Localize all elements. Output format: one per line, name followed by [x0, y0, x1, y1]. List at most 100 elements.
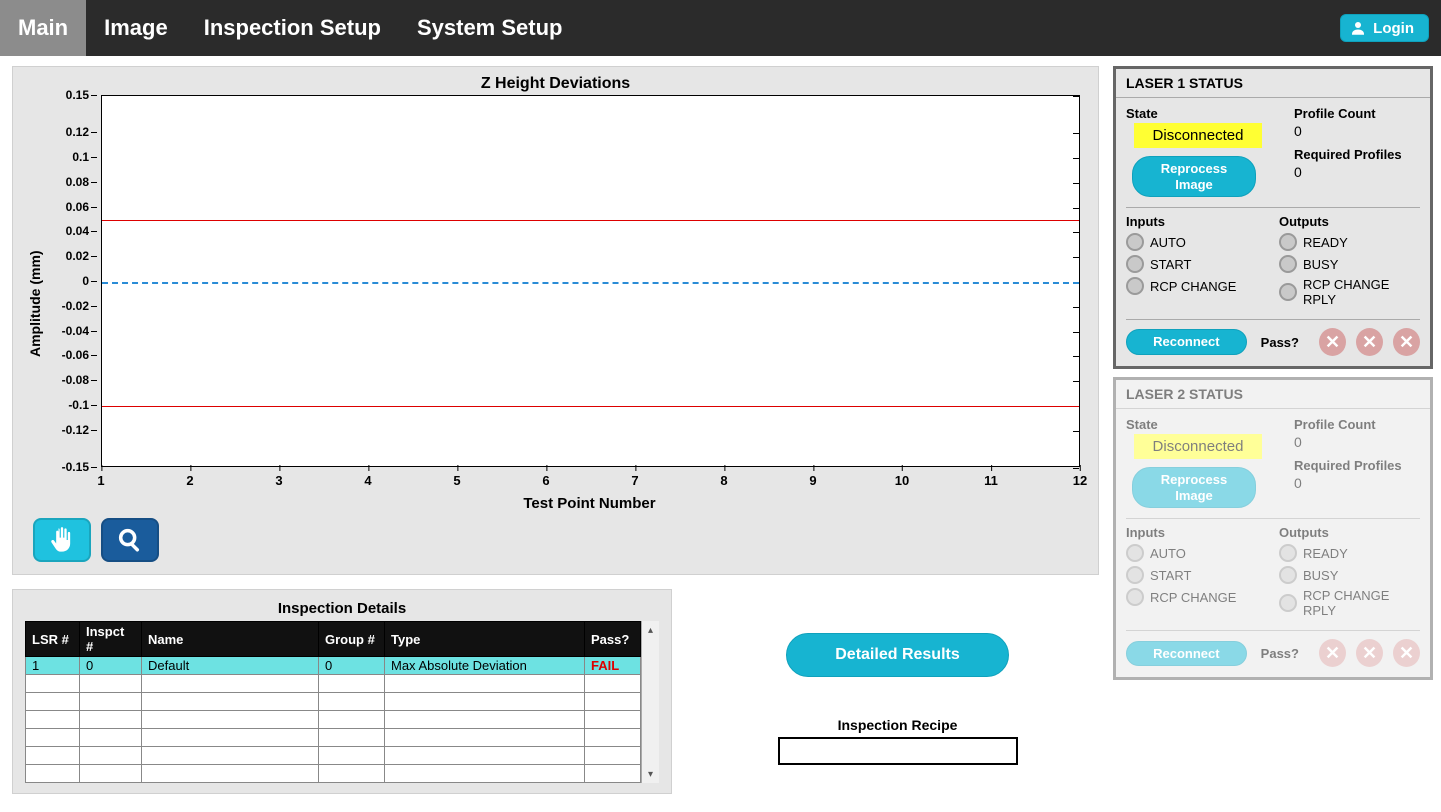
zoom-tool-button[interactable] [101, 518, 159, 562]
required-profiles-label: Required Profiles [1294, 458, 1420, 473]
x-tick: 8 [720, 473, 727, 488]
input-item: RCP CHANGE [1126, 277, 1267, 295]
chart-plot[interactable]: 0.150.120.10.080.060.040.020-0.02-0.04-0… [45, 95, 1086, 495]
outputs-label: Outputs [1279, 525, 1420, 540]
input-item: AUTO [1126, 544, 1267, 562]
col-name[interactable]: Name [142, 622, 319, 657]
output-item: READY [1279, 544, 1420, 562]
chart-title: Z Height Deviations [25, 75, 1086, 93]
table-row[interactable] [26, 765, 641, 783]
led-icon [1126, 544, 1144, 562]
y-tick: 0.1 [72, 150, 89, 164]
pass-label: Pass? [1261, 335, 1299, 350]
led-icon [1279, 566, 1297, 584]
input-item: RCP CHANGE [1126, 588, 1267, 606]
tab-image[interactable]: Image [86, 0, 186, 56]
fail-indicator-icon: ✕ [1356, 328, 1383, 356]
y-tick: 0.06 [66, 200, 89, 214]
chart-x-axis-label: Test Point Number [45, 495, 1086, 512]
led-icon [1126, 566, 1144, 584]
table-row[interactable] [26, 747, 641, 765]
inputs-label: Inputs [1126, 525, 1267, 540]
led-icon [1126, 233, 1144, 251]
state-label: State [1126, 106, 1282, 121]
inspection-details-panel: Inspection Details LSR # Inspct # Name G… [12, 589, 672, 794]
led-icon [1126, 277, 1144, 295]
profile-count-value: 0 [1294, 434, 1420, 450]
x-tick: 7 [631, 473, 638, 488]
required-profiles-value: 0 [1294, 164, 1420, 180]
scroll-up-icon[interactable]: ▴ [642, 621, 659, 639]
output-item: RCP CHANGE RPLY [1279, 588, 1420, 618]
chart-ref-line [102, 282, 1079, 284]
pass-label: Pass? [1261, 646, 1299, 661]
chart-ref-line [102, 406, 1079, 407]
table-row[interactable]: 10Default0Max Absolute DeviationFAIL [26, 657, 641, 675]
x-tick: 4 [364, 473, 371, 488]
tab-system-setup[interactable]: System Setup [399, 0, 581, 56]
y-tick: 0 [82, 274, 89, 288]
led-icon [1279, 283, 1297, 301]
cell-lsr: 1 [26, 657, 80, 675]
x-tick: 2 [186, 473, 193, 488]
user-icon [1349, 19, 1367, 37]
y-tick: -0.1 [68, 398, 89, 412]
table-row[interactable] [26, 693, 641, 711]
scroll-down-icon[interactable]: ▾ [642, 765, 659, 783]
detailed-results-button[interactable]: Detailed Results [786, 633, 1008, 677]
reprocess-image-button[interactable]: ReprocessImage [1132, 467, 1256, 508]
login-label: Login [1373, 20, 1414, 37]
login-button[interactable]: Login [1340, 14, 1429, 42]
y-tick: -0.12 [62, 423, 89, 437]
required-profiles-label: Required Profiles [1294, 147, 1420, 162]
table-row[interactable] [26, 711, 641, 729]
laser2-header: LASER 2 STATUS [1116, 380, 1430, 409]
led-icon [1279, 233, 1297, 251]
table-row[interactable] [26, 729, 641, 747]
x-tick: 3 [275, 473, 282, 488]
y-tick: 0.04 [66, 224, 89, 238]
chart-panel: Z Height Deviations Amplitude (mm) 0.150… [12, 66, 1099, 575]
inspection-recipe-label: Inspection Recipe [838, 717, 958, 733]
fail-indicator-icon: ✕ [1319, 328, 1346, 356]
y-tick: 0.02 [66, 249, 89, 263]
col-lsr[interactable]: LSR # [26, 622, 80, 657]
inspection-details-table[interactable]: LSR # Inspct # Name Group # Type Pass? 1… [25, 621, 641, 783]
inspection-recipe-input[interactable] [778, 737, 1018, 765]
col-group[interactable]: Group # [319, 622, 385, 657]
profile-count-label: Profile Count [1294, 106, 1420, 121]
inputs-label: Inputs [1126, 214, 1267, 229]
tab-inspection-setup[interactable]: Inspection Setup [186, 0, 399, 56]
fail-indicator-icon: ✕ [1319, 639, 1346, 667]
output-item: RCP CHANGE RPLY [1279, 277, 1420, 307]
led-icon [1279, 255, 1297, 273]
col-inspct[interactable]: Inspct # [80, 622, 142, 657]
col-type[interactable]: Type [385, 622, 585, 657]
output-item: READY [1279, 233, 1420, 251]
led-icon [1279, 594, 1297, 612]
y-tick: 0.12 [66, 125, 89, 139]
profile-count-value: 0 [1294, 123, 1420, 139]
state-value: Disconnected [1134, 434, 1262, 459]
table-row[interactable] [26, 675, 641, 693]
reconnect-button[interactable]: Reconnect [1126, 329, 1247, 355]
table-scrollbar[interactable]: ▴ ▾ [641, 621, 659, 783]
fail-indicator-icon: ✕ [1393, 639, 1420, 667]
y-tick: 0.15 [66, 88, 89, 102]
output-item: BUSY [1279, 566, 1420, 584]
input-item: START [1126, 255, 1267, 273]
y-tick: -0.06 [62, 348, 89, 362]
reprocess-image-button[interactable]: ReprocessImage [1132, 156, 1256, 197]
input-item: AUTO [1126, 233, 1267, 251]
reconnect-button[interactable]: Reconnect [1126, 641, 1247, 667]
tab-main[interactable]: Main [0, 0, 86, 56]
output-item: BUSY [1279, 255, 1420, 273]
col-pass[interactable]: Pass? [585, 622, 641, 657]
cell-type: Max Absolute Deviation [385, 657, 585, 675]
fail-indicator-icon: ✕ [1356, 639, 1383, 667]
x-tick: 6 [542, 473, 549, 488]
laser2-status-panel: LASER 2 STATUSStateDisconnectedReprocess… [1113, 377, 1433, 680]
pan-tool-button[interactable] [33, 518, 91, 562]
y-tick: -0.15 [62, 460, 89, 474]
laser1-status-panel: LASER 1 STATUSStateDisconnectedReprocess… [1113, 66, 1433, 369]
